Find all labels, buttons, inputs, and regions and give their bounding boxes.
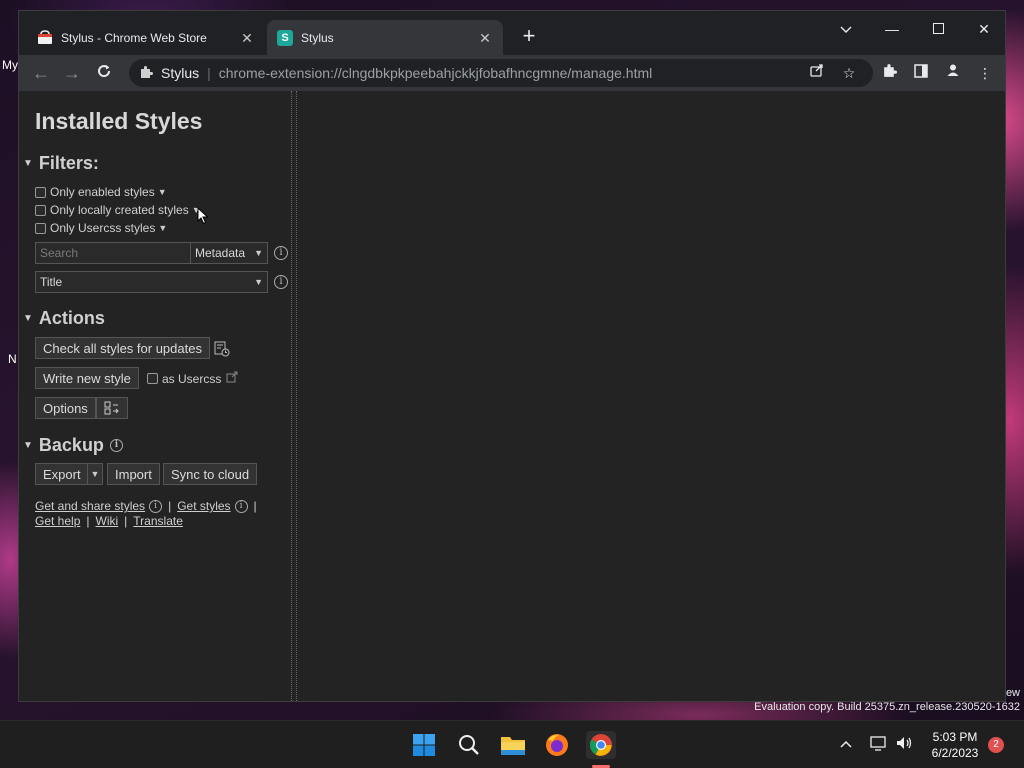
extensions-icon[interactable] (877, 61, 901, 85)
manager-sidebar: Installed Styles ▼ Filters: Only enabled… (19, 91, 291, 701)
caret-down-icon: ▼ (254, 248, 263, 258)
new-tab-button[interactable]: + (517, 25, 541, 49)
links-row-2: Get help | Wiki | Translate (35, 514, 183, 528)
address-bar[interactable]: Stylus | chrome-extension://clngdbkpkpee… (129, 59, 873, 87)
info-icon[interactable]: i (109, 439, 123, 452)
tab-strip: Stylus - Chrome Web Store ✕ S Stylus ✕ +… (19, 11, 1005, 55)
caret-down-icon[interactable]: ▼ (158, 223, 167, 233)
caret-down-icon: ▼ (90, 469, 100, 479)
checkbox[interactable] (35, 222, 46, 234)
collapse-triangle-icon: ▼ (23, 313, 33, 324)
links-row-1: Get and share styles i | Get styles i | (35, 499, 257, 513)
firefox-icon[interactable] (543, 731, 571, 759)
style-list-pane (297, 91, 1005, 701)
bookmark-star-icon[interactable]: ☆ (837, 61, 861, 85)
export-dropdown[interactable]: ▼ (87, 463, 103, 485)
share-icon[interactable] (805, 61, 829, 85)
reload-icon[interactable] (92, 61, 116, 85)
menu-dots-icon[interactable]: ⋮ (973, 61, 997, 85)
close-icon[interactable]: ✕ (239, 30, 255, 46)
export-button[interactable]: Export (35, 463, 89, 485)
get-styles-link[interactable]: Get styles (177, 499, 230, 513)
shortcuts-icon[interactable] (96, 397, 128, 419)
stylus-icon: S (277, 29, 293, 46)
clock-date: 6/2/2023 (931, 746, 979, 760)
tab-search-icon[interactable] (823, 15, 869, 43)
network-icon[interactable] (870, 735, 888, 754)
tab-stylus[interactable]: S Stylus ✕ (267, 20, 503, 55)
page-content: Installed Styles ▼ Filters: Only enabled… (19, 91, 1005, 701)
checkbox[interactable] (35, 186, 46, 198)
desktop-icon-label[interactable]: My (2, 58, 18, 72)
browser-toolbar: ← → Stylus | chrome-extension://clngdbkp… (19, 55, 1005, 91)
tab-chrome-web-store[interactable]: Stylus - Chrome Web Store ✕ (27, 20, 265, 55)
write-new-style-button[interactable]: Write new style (35, 367, 139, 389)
url-text: chrome-extension://clngdbkpkpeebahjckkjf… (218, 65, 653, 81)
notification-badge[interactable]: 2 (988, 737, 1004, 753)
puzzle-icon (139, 65, 153, 82)
mouse-cursor-icon (197, 206, 209, 230)
tab-title: Stylus (301, 30, 334, 45)
evaluation-watermark: Evaluation copy. Build 25375.zn_release.… (754, 701, 1020, 713)
watermark-fragment: ew (1005, 687, 1020, 699)
search-input[interactable] (35, 242, 191, 264)
filter-enabled[interactable]: Only enabled styles ▼ (35, 185, 167, 199)
close-window-button[interactable]: ✕ (961, 15, 1007, 43)
wiki-link[interactable]: Wiki (96, 514, 119, 528)
checkbox[interactable] (147, 373, 158, 384)
taskbar: 5:03 PM 6/2/2023 2 (0, 720, 1024, 768)
tab-title: Stylus - Chrome Web Store (61, 30, 207, 45)
side-panel-icon[interactable] (909, 61, 933, 85)
chevron-up-icon[interactable] (840, 735, 852, 751)
chrome-icon[interactable] (586, 731, 616, 759)
close-icon[interactable]: ✕ (477, 30, 493, 46)
browser-window: Stylus - Chrome Web Store ✕ S Stylus ✕ +… (18, 10, 1006, 702)
volume-icon[interactable] (895, 735, 913, 754)
forward-arrow-icon[interactable]: → (60, 61, 84, 85)
file-explorer-icon[interactable] (499, 731, 527, 759)
desktop-icon-label[interactable]: N (8, 352, 17, 366)
sync-cloud-button[interactable]: Sync to cloud (163, 463, 258, 485)
page-title: Installed Styles (35, 108, 203, 134)
external-link-icon[interactable] (226, 371, 238, 386)
back-arrow-icon[interactable]: ← (29, 61, 53, 85)
sort-select[interactable]: Title ▼ (35, 271, 268, 293)
info-icon[interactable]: i (274, 246, 288, 260)
collapse-triangle-icon: ▼ (23, 440, 33, 451)
clock-time: 5:03 PM (932, 730, 978, 744)
search-icon[interactable] (455, 731, 483, 759)
chrome-web-store-icon (37, 29, 53, 46)
caret-down-icon: ▼ (254, 277, 263, 287)
caret-down-icon[interactable]: ▼ (158, 187, 167, 197)
as-usercss-option[interactable]: as Usercss (147, 371, 238, 386)
get-help-link[interactable]: Get help (35, 514, 80, 528)
translate-link[interactable]: Translate (133, 514, 183, 528)
system-clock[interactable]: 5:03 PM 6/2/2023 (920, 729, 990, 761)
import-button[interactable]: Import (107, 463, 160, 485)
site-name: Stylus (161, 65, 200, 81)
windows-start-icon[interactable] (410, 731, 438, 759)
filter-usercss[interactable]: Only Usercss styles ▼ (35, 221, 167, 235)
maximize-button[interactable] (915, 15, 961, 43)
collapse-triangle-icon: ▼ (23, 158, 33, 169)
filters-heading[interactable]: ▼ Filters: (23, 153, 99, 174)
actions-heading[interactable]: ▼ Actions (23, 308, 105, 329)
info-icon[interactable]: i (274, 275, 288, 289)
backup-heading[interactable]: ▼ Backup i (23, 435, 123, 456)
minimize-button[interactable]: — (869, 15, 915, 43)
check-updates-button[interactable]: Check all styles for updates (35, 337, 210, 359)
profile-icon[interactable] (941, 61, 965, 85)
info-icon[interactable]: i (234, 499, 248, 513)
get-share-styles-link[interactable]: Get and share styles (35, 499, 145, 513)
options-button[interactable]: Options (35, 397, 96, 419)
filter-local[interactable]: Only locally created styles ▼ (35, 203, 271, 217)
update-history-icon[interactable] (214, 341, 230, 362)
info-icon[interactable]: i (149, 499, 163, 513)
checkbox[interactable] (35, 204, 46, 216)
search-mode-select[interactable]: Metadata ▼ (190, 242, 268, 264)
